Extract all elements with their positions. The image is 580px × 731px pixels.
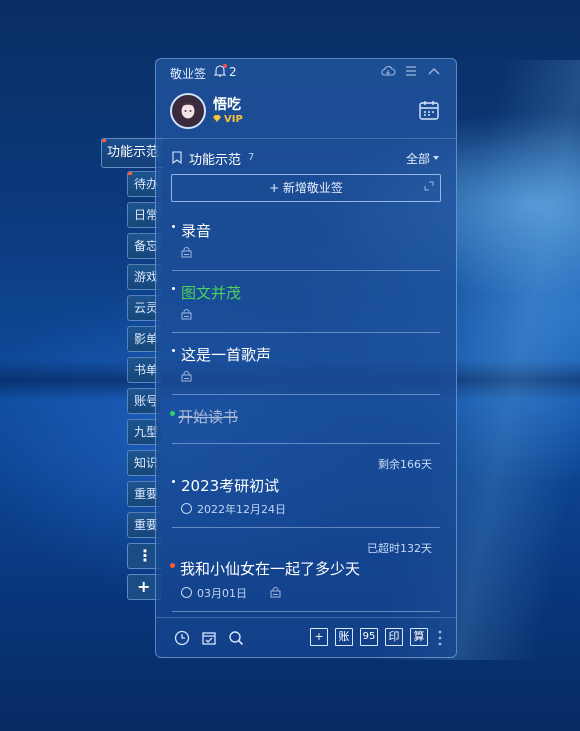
user-name: 悟吃 xyxy=(213,97,241,113)
unread-dot xyxy=(128,172,132,175)
note-title: 图文并茂 xyxy=(181,284,242,302)
chevron-down-icon xyxy=(433,156,439,160)
list-count: 7 xyxy=(248,152,255,163)
note-title: 这是一首歌声 xyxy=(181,346,272,364)
alert-dot xyxy=(170,563,175,568)
more-vertical-icon[interactable] xyxy=(438,629,442,647)
vip-label: VIP xyxy=(224,114,243,125)
notes-panel: 敬业签 2 悟吃 VIP 功能示范 7 全部 + 新增敬业签 录音 图文并茂 这… xyxy=(155,58,457,658)
note-title: 我和小仙女在一起了多少天 xyxy=(180,560,361,578)
note-item[interactable]: 已超时132天 我和小仙女在一起了多少天 03月01日 xyxy=(170,535,440,612)
filter-dropdown[interactable]: 全部 xyxy=(406,150,430,167)
lock-icon xyxy=(181,309,192,320)
note-bullet xyxy=(172,225,175,228)
unread-dot xyxy=(102,139,106,142)
app-title: 敬业签 xyxy=(170,67,207,81)
checklist-icon[interactable] xyxy=(201,630,217,646)
side-tab-active[interactable]: 功能示范 xyxy=(101,138,163,168)
add-button[interactable]: + xyxy=(310,628,328,646)
print-button[interactable]: 印 xyxy=(385,628,403,646)
done-dot xyxy=(170,411,175,416)
user-profile: 悟吃 VIP xyxy=(156,86,456,139)
calculator-button[interactable]: 算 xyxy=(410,628,428,646)
ledger-button[interactable]: 账 xyxy=(335,628,353,646)
notification-dot xyxy=(223,64,227,68)
calendar-icon[interactable] xyxy=(418,99,440,121)
vip-diamond-icon xyxy=(213,115,221,122)
clock-icon xyxy=(181,587,192,598)
note-title: 录音 xyxy=(181,222,212,240)
more-icon: ⋮ xyxy=(137,546,153,565)
avatar[interactable] xyxy=(170,93,206,129)
note-item[interactable]: 图文并茂 xyxy=(172,279,440,333)
note-item[interactable]: 剩余166天 2023考研初试 2022年12月24日 xyxy=(172,451,440,528)
add-note-button[interactable]: + 新增敬业签 xyxy=(171,174,441,202)
avatar-portrait xyxy=(176,99,200,127)
clock-icon xyxy=(181,503,192,514)
note-bullet xyxy=(172,480,175,483)
expand-icon[interactable] xyxy=(424,181,434,191)
note-date: 03月01日 xyxy=(181,585,247,601)
search-icon[interactable] xyxy=(228,630,244,646)
note-title: 2023考研初试 xyxy=(181,477,280,495)
note-bullet xyxy=(172,287,175,290)
list-title: 功能示范 xyxy=(189,153,242,168)
lock-icon xyxy=(181,371,192,382)
note-item[interactable]: 这是一首歌声 xyxy=(172,341,440,395)
countdown-label: 剩余166天 xyxy=(378,458,432,471)
title-bar: 敬业签 2 xyxy=(156,59,456,85)
note-date-text: 03月01日 xyxy=(197,587,247,600)
menu-icon[interactable] xyxy=(403,64,419,78)
counter-button[interactable]: 95 xyxy=(360,628,378,646)
overdue-label: 已超时132天 xyxy=(367,542,432,555)
add-note-label: + 新增敬业签 xyxy=(269,181,343,195)
bookmark-icon xyxy=(172,151,182,164)
side-tab-label: 功能示范 xyxy=(107,145,160,160)
cloud-sync-icon[interactable] xyxy=(380,64,396,78)
collapse-icon[interactable] xyxy=(426,64,442,78)
note-title: 开始读书 xyxy=(178,408,239,426)
note-bullet xyxy=(172,349,175,352)
footer-toolbar: + 账 95 印 算 xyxy=(156,617,456,657)
notification-count: 2 xyxy=(229,65,237,79)
note-item[interactable]: 录音 xyxy=(172,217,440,271)
lock-icon xyxy=(270,587,281,598)
clock-icon[interactable] xyxy=(174,630,190,646)
note-date: 2022年12月24日 xyxy=(181,501,286,517)
lock-icon xyxy=(181,247,192,258)
note-item-completed[interactable]: 开始读书 xyxy=(170,403,440,444)
list-header: 功能示范 7 全部 xyxy=(156,147,456,168)
note-date-text: 2022年12月24日 xyxy=(197,503,286,516)
vip-badge: VIP xyxy=(213,114,243,125)
plus-icon: + xyxy=(137,577,151,596)
